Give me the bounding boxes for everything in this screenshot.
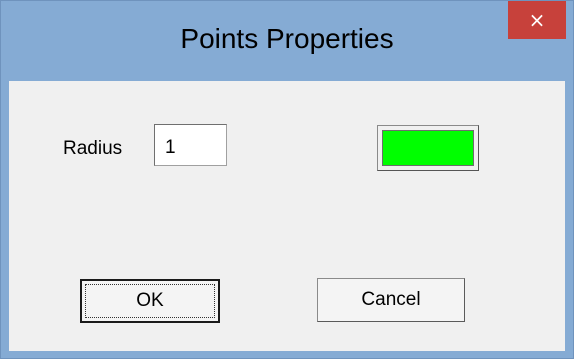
title-bar[interactable]: Points Properties × [1,1,573,81]
close-button[interactable]: × [508,1,566,39]
close-icon: × [528,8,546,32]
cancel-button[interactable]: Cancel [317,278,465,322]
dialog-title: Points Properties [180,23,394,54]
radius-label: Radius [63,138,123,159]
cancel-button-label: Cancel [361,289,421,310]
focus-rectangle [85,284,215,318]
dialog-client-area: Radius OK Cancel [9,81,565,351]
ok-button[interactable]: OK [80,279,220,323]
points-properties-dialog: Points Properties × Radius OK Cancel [0,0,574,359]
color-picker-button[interactable] [377,125,479,171]
color-swatch [382,130,474,166]
radius-input[interactable] [154,124,227,166]
